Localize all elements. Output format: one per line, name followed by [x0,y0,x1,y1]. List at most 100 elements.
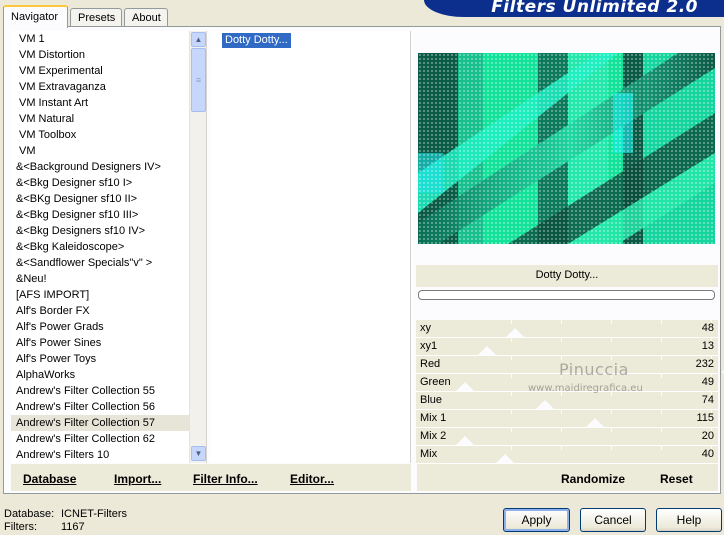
parameter-row[interactable]: Mix 2 20 [416,428,718,446]
list-item[interactable]: VM Extravaganza [11,79,189,95]
preview-panel: Dotty Dotty... xy 48 xy1 13 Red 232 Green 49 Blu… [416,31,724,464]
parameter-row[interactable]: Mix 40 [416,446,718,464]
list-item[interactable]: &<Bkg Kaleidoscope> [11,239,189,255]
editor-link[interactable]: Editor... [290,472,334,486]
cancel-button[interactable]: Cancel [580,508,646,532]
list-item[interactable]: VM [11,143,189,159]
slider-thumb[interactable] [456,382,474,391]
parameter-value: 232 [695,358,714,370]
parameter-name: xy [420,322,431,334]
list-item[interactable]: Alf's Power Sines [11,335,189,351]
list-item[interactable]: VM 1 [11,31,189,47]
list-item[interactable]: &Neu! [11,271,189,287]
status-database-value: ICNET-Filters [61,508,127,520]
parameter-value: 74 [701,394,714,406]
scroll-down-button[interactable]: ▼ [191,446,206,461]
chevron-up-icon: ▲ [194,35,203,44]
list-item[interactable]: VM Natural [11,111,189,127]
category-list: VM 1 VM Distortion VM Experimental VM Extra… [11,31,189,463]
slider-ticks [511,428,712,446]
parameter-value: 20 [701,430,714,442]
list-item[interactable]: Andrew's Filter Collection 57 [11,415,189,431]
apply-button[interactable]: Apply [503,508,570,532]
parameter-value: 49 [701,376,714,388]
preview-filter-name: Dotty Dotty... [416,265,718,287]
watermark-url: www.maidiregrafica.eu [528,383,643,394]
list-item[interactable]: Alf's Power Toys [11,351,189,367]
left-link-bar: Database Import... Filter Info... Editor… [11,464,411,491]
chevron-down-icon: ▼ [194,449,203,458]
slider-ticks [511,320,712,338]
tab-presets[interactable]: Presets [70,8,122,27]
slider-thumb[interactable] [496,454,514,463]
list-item[interactable]: &<Bkg Designer sf10 I> [11,175,189,191]
help-button[interactable]: Help [656,508,722,532]
list-item[interactable]: Andrew's Filter Collection 55 [11,383,189,399]
parameter-name: Blue [420,394,443,406]
filter-info-link[interactable]: Filter Info... [193,472,258,486]
status-database: Database: ICNET-Filters [4,508,127,520]
status-filters-value: 1167 [61,521,85,533]
parameter-value: 115 [696,412,714,424]
list-item[interactable]: Alf's Border FX [11,303,189,319]
parameter-row[interactable]: Blue 74 [416,392,718,410]
preview-image [418,53,715,244]
list-item[interactable]: AlphaWorks [11,367,189,383]
slider-thumb[interactable] [456,436,474,445]
parameter-row[interactable]: xy1 13 [416,338,718,356]
status-filters: Filters: 1167 [4,521,85,533]
filter-list-panel: Dotty Dotty... [210,31,411,463]
list-item[interactable]: Andrew's Filters 10 [11,447,189,463]
list-item[interactable]: Andrew's Filter Collection 56 [11,399,189,415]
list-item[interactable]: &<Bkg Designer sf10 III> [11,207,189,223]
slider-ticks [511,338,712,356]
list-item[interactable]: Andrew's Filter Collection 62 [11,431,189,447]
list-item[interactable]: VM Toolbox [11,127,189,143]
list-item[interactable]: &<Background Designers IV> [11,159,189,175]
parameter-value: 13 [701,340,714,352]
parameter-value: 40 [701,448,714,460]
scroll-thumb[interactable]: ≡ [191,48,206,112]
parameter-name: Green [420,376,451,388]
parameter-row[interactable]: Mix 1 115 [416,410,718,428]
list-item[interactable]: [AFS IMPORT] [11,287,189,303]
import-link[interactable]: Import... [114,472,161,486]
parameter-name: Mix 1 [420,412,447,424]
list-item[interactable]: &<Bkg Designers sf10 IV> [11,223,189,239]
reset-link[interactable]: Reset [660,472,693,486]
list-item[interactable]: VM Distortion [11,47,189,63]
tab-about[interactable]: About [124,8,168,27]
slider-thumb[interactable] [506,328,524,337]
parameter-name: Mix 2 [420,430,447,442]
database-link[interactable]: Database [23,472,76,486]
parameter-row[interactable]: xy 48 [416,320,718,338]
right-link-bar: Randomize Reset [417,464,718,491]
randomize-link[interactable]: Randomize [561,472,625,486]
slider-ticks [511,446,712,464]
list-item[interactable]: &<BKg Designer sf10 II> [11,191,189,207]
parameter-name: Red [420,358,441,370]
category-list-panel: VM 1 VM Distortion VM Experimental VM Extra… [11,31,207,463]
list-item[interactable]: VM Experimental [11,63,189,79]
tab-navigator[interactable]: Navigator [3,5,68,28]
list-item[interactable]: VM Instant Art [11,95,189,111]
preview-artwork [418,53,715,244]
slider-thumb[interactable] [536,400,554,409]
app-title: Filters Unlimited 2.0 [491,0,698,17]
slider-thumb[interactable] [478,346,496,355]
app-banner: Filters Unlimited 2.0 [424,0,724,17]
parameter-name: Mix [420,448,438,460]
parameter-name: xy1 [420,340,438,352]
slider-thumb[interactable] [586,418,604,427]
progress-bar [418,290,715,300]
filter-item-dotty-dotty[interactable]: Dotty Dotty... [222,33,291,48]
list-item[interactable]: &<Sandflower Specials"v" > [11,255,189,271]
scroll-up-button[interactable]: ▲ [191,32,206,47]
parameter-value: 48 [701,322,714,334]
category-scrollbar[interactable]: ▲ ≡ ▼ [189,31,206,463]
watermark-name: Pinuccia [559,360,629,379]
slider-ticks [511,410,712,428]
list-item[interactable]: Alf's Power Grads [11,319,189,335]
status-filters-label: Filters: [4,521,37,533]
status-database-label: Database: [4,508,55,520]
